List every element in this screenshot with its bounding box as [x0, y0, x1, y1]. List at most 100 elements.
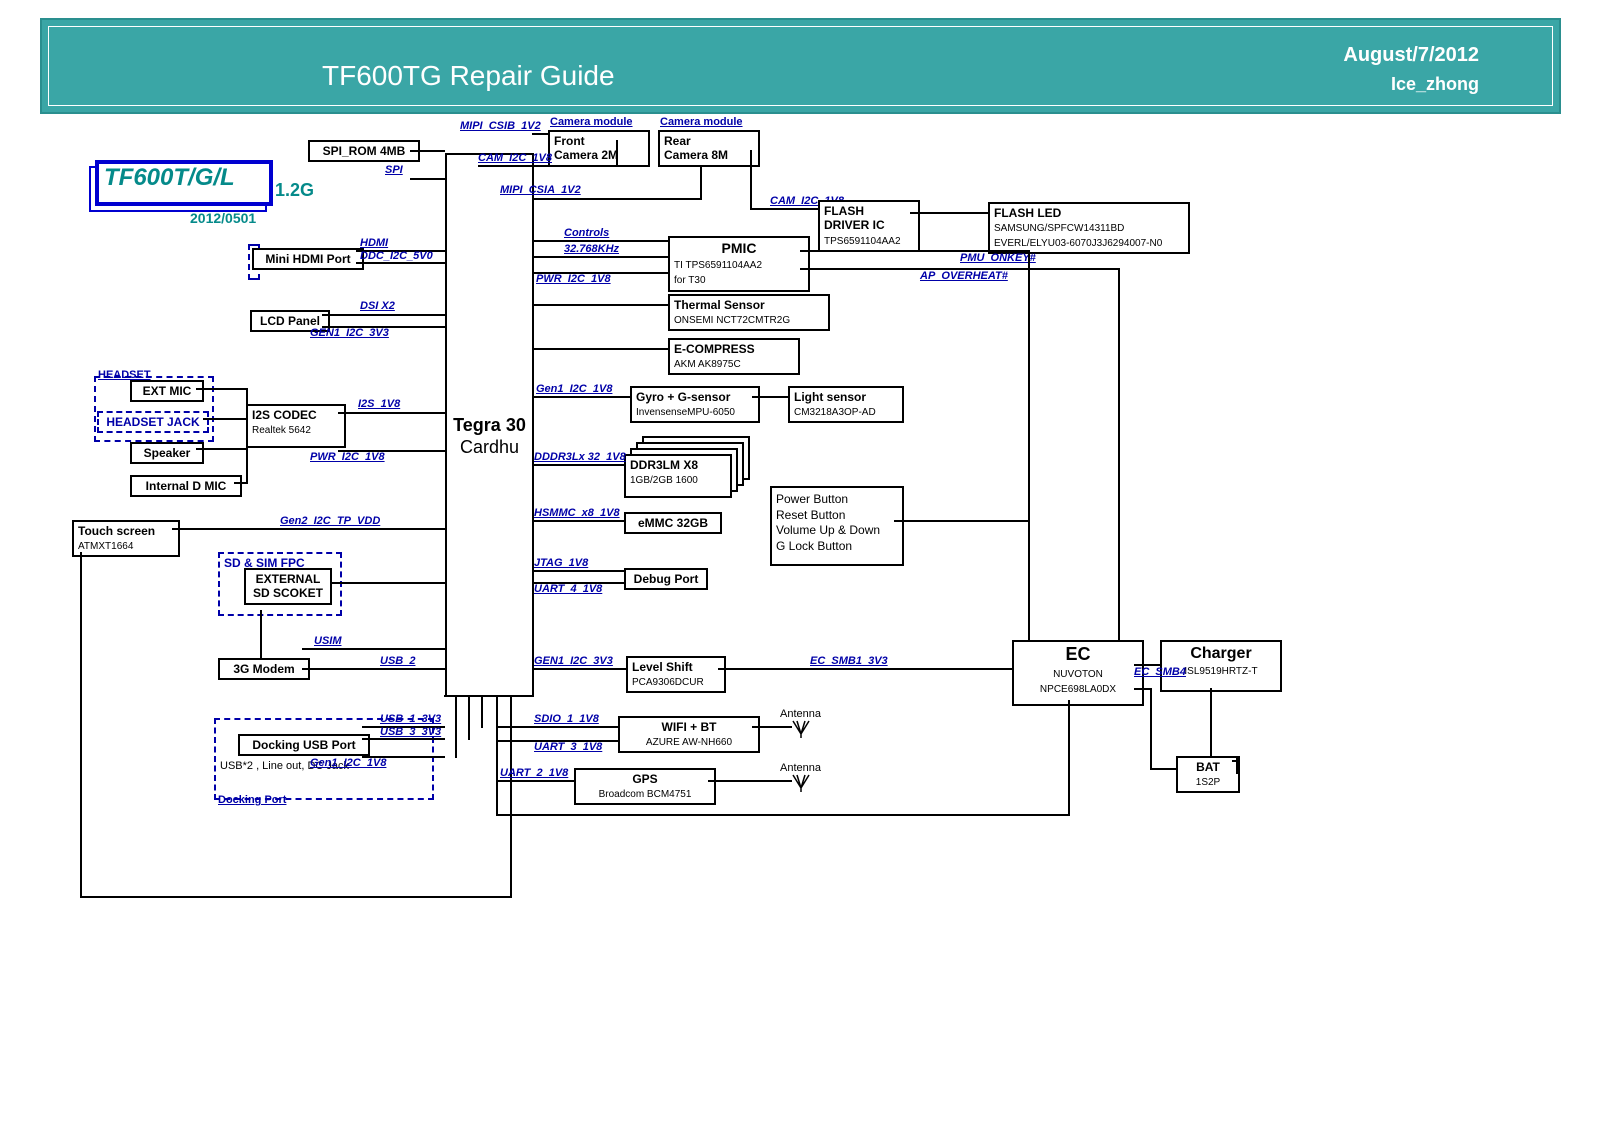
- antenna-icon: [792, 720, 810, 738]
- buttons-box: [770, 486, 904, 566]
- ecomp-title: E-COMPRESS: [674, 342, 755, 356]
- cam-rear-block: Rear Camera 8M: [658, 130, 760, 167]
- cam-front-block: Front Camera 2M: [548, 130, 650, 167]
- gps-block: GPS Broadcom BCM4751: [574, 768, 716, 805]
- bat-title: BAT: [1196, 760, 1220, 774]
- sig-khz: 32.768KHz: [564, 243, 619, 255]
- sig-pwr-i2c: PWR_I2C_1V8: [310, 451, 385, 463]
- touch-sub: ATMXT1664: [78, 541, 133, 552]
- codec-block: I2S CODEC Realtek 5642: [246, 404, 346, 448]
- sig-gen2-tp: Gen2_I2C_TP_VDD: [280, 515, 380, 527]
- soc-name: Tegra 30: [453, 415, 526, 435]
- sig-gen1-3v3b: GEN1_I2C_3V3: [534, 655, 613, 667]
- gyro-block: Gyro + G-sensor InvensenseMPU-6050: [630, 386, 760, 423]
- ec-block: EC NUVOTON NPCE698LA0DX: [1012, 640, 1144, 706]
- model-name: TF600T/G/L: [104, 164, 235, 192]
- cam-rear-link: Camera module: [660, 116, 743, 128]
- sig-dsi: DSI X2: [360, 300, 395, 312]
- ec-title: EC: [1065, 644, 1090, 664]
- page-title: TF600TG Repair Guide: [322, 60, 615, 92]
- flash-led-block: FLASH LED SAMSUNG/SPFCW14311BD EVERL/ELY…: [988, 202, 1190, 254]
- sig-mipi-csib: MIPI_CSIB_1V2: [460, 120, 541, 132]
- sig-spi: SPI: [385, 164, 403, 176]
- soc-block: Tegra 30 Cardhu: [445, 153, 534, 697]
- ec-sub2: NPCE698LA0DX: [1040, 684, 1116, 695]
- light-title: Light sensor: [794, 390, 866, 404]
- light-block: Light sensor CM3218A3OP-AD: [788, 386, 904, 423]
- sig-usb1: USB_1_3V3: [380, 713, 441, 725]
- diagram-stage: TF600T/G/L 1.2G 2012/0501 Tegra 30 Cardh…: [0, 120, 1601, 1132]
- cam-front-link: Camera module: [550, 116, 633, 128]
- flash-drv-sub: TPS6591104AA2: [824, 236, 901, 247]
- sig-i2s: I2S_1V8: [358, 398, 400, 410]
- spi-rom-block: SPI_ROM 4MB: [308, 140, 420, 162]
- modem-block: 3G Modem: [218, 658, 310, 680]
- speaker-block: Speaker: [130, 442, 204, 464]
- sig-usim: USIM: [314, 635, 342, 647]
- ec-sub1: NUVOTON: [1053, 669, 1103, 680]
- sig-uart3: UART_3_1V8: [534, 741, 602, 753]
- charger-sub: ISL9519HRTZ-T: [1184, 666, 1257, 677]
- sig-usb2: USB_2: [380, 655, 415, 667]
- sig-mipi-csia: MIPI_CSIA_1V2: [500, 184, 581, 196]
- sig-ec-smb4: EC_SMB4: [1134, 666, 1186, 678]
- sig-hsmmc: HSMMC_x8_1V8: [534, 507, 620, 519]
- flash-led-sub2: EVERL/ELYU03-6070J3J6294007-N0: [994, 238, 1162, 249]
- gps-sub: Broadcom BCM4751: [599, 789, 692, 800]
- header-date: August/7/2012: [1343, 44, 1479, 67]
- gyro-sub: InvensenseMPU-6050: [636, 407, 735, 418]
- thermal-sub: ONSEMI NCT72CMTR2G: [674, 315, 790, 326]
- bat-sub: 1S2P: [1196, 777, 1220, 788]
- flash-led-title: FLASH LED: [994, 206, 1061, 220]
- sig-ddr: DDDR3Lx 32_1V8: [534, 451, 626, 463]
- int-dmic-block: Internal D MIC: [130, 475, 242, 497]
- flash-led-sub1: SAMSUNG/SPFCW14311BD: [994, 223, 1124, 234]
- charger-title: Charger: [1190, 645, 1251, 662]
- lvl-title: Level Shift: [632, 660, 693, 674]
- antenna1: Antenna: [780, 708, 821, 720]
- ddr-sub: 1GB/2GB 1600: [630, 475, 698, 486]
- sig-ec-smb1: EC_SMB1_3V3: [810, 655, 888, 667]
- dock-usb-block: Docking USB Port: [238, 734, 370, 756]
- dock-port-label: Docking Port: [218, 794, 286, 806]
- flash-drv-title: FLASH DRIVER IC: [824, 204, 885, 232]
- codec-sub: Realtek 5642: [252, 425, 311, 436]
- antenna-icon: [792, 774, 810, 792]
- debug-block: Debug Port: [624, 568, 708, 590]
- pmic-title: PMIC: [722, 240, 757, 256]
- wifi-bt-block: WIFI + BT AZURE AW-NH660: [618, 716, 760, 753]
- mini-hdmi-block: Mini HDMI Port: [252, 248, 364, 270]
- codec-title: I2S CODEC: [252, 408, 317, 422]
- lvl-sub: PCA9306DCUR: [632, 677, 704, 688]
- ecomp-sub: AKM AK8975C: [674, 359, 741, 370]
- sig-pmu: PMU_ONKEY#: [960, 252, 1036, 264]
- ddr-block: DDR3LM X8 1GB/2GB 1600: [624, 454, 732, 498]
- sig-pwr-i2c2: PWR_I2C_1V8: [536, 273, 611, 285]
- pmic-sub: TI TPS6591104AA2 for T30: [674, 260, 762, 286]
- antenna2: Antenna: [780, 762, 821, 774]
- ddr-title: DDR3LM X8: [630, 458, 698, 472]
- sig-apover: AP_OVERHEAT#: [920, 270, 1008, 282]
- thermal-title: Thermal Sensor: [674, 298, 765, 312]
- soc-sub: Cardhu: [460, 437, 519, 457]
- flash-driver-block: FLASH DRIVER IC TPS6591104AA2: [818, 200, 920, 252]
- thermal-block: Thermal Sensor ONSEMI NCT72CMTR2G: [668, 294, 830, 331]
- gps-title: GPS: [632, 772, 657, 786]
- model-freq: 1.2G: [275, 180, 314, 201]
- model-date: 2012/0501: [190, 210, 256, 226]
- gyro-title: Gyro + G-sensor: [636, 390, 730, 404]
- touch-block: Touch screen ATMXT1664: [72, 520, 180, 557]
- sig-usb3: USB_3_3V3: [380, 726, 441, 738]
- header-bar: TF600TG Repair Guide August/7/2012 Ice_z…: [40, 18, 1561, 114]
- sig-gen1-g: Gen1_I2C_1V8: [536, 383, 612, 395]
- touch-title: Touch screen: [78, 524, 155, 538]
- bat-block: BAT 1S2P: [1176, 756, 1240, 793]
- lvlshift-block: Level Shift PCA9306DCUR: [626, 656, 726, 693]
- sig-ddc: DDC_I2C_5V0: [360, 250, 433, 262]
- sig-gen1-3v3: GEN1_I2C_3V3: [310, 327, 389, 339]
- wifi-title: WIFI + BT: [662, 720, 717, 734]
- ext-mic-block: EXT MIC: [130, 380, 204, 402]
- sig-cam-i2c: CAM_I2C_1V8: [478, 152, 552, 164]
- pmic-block: PMIC TI TPS6591104AA2 for T30: [668, 236, 810, 292]
- sig-gen1-1v8: Gen1_I2C_1V8: [310, 757, 386, 769]
